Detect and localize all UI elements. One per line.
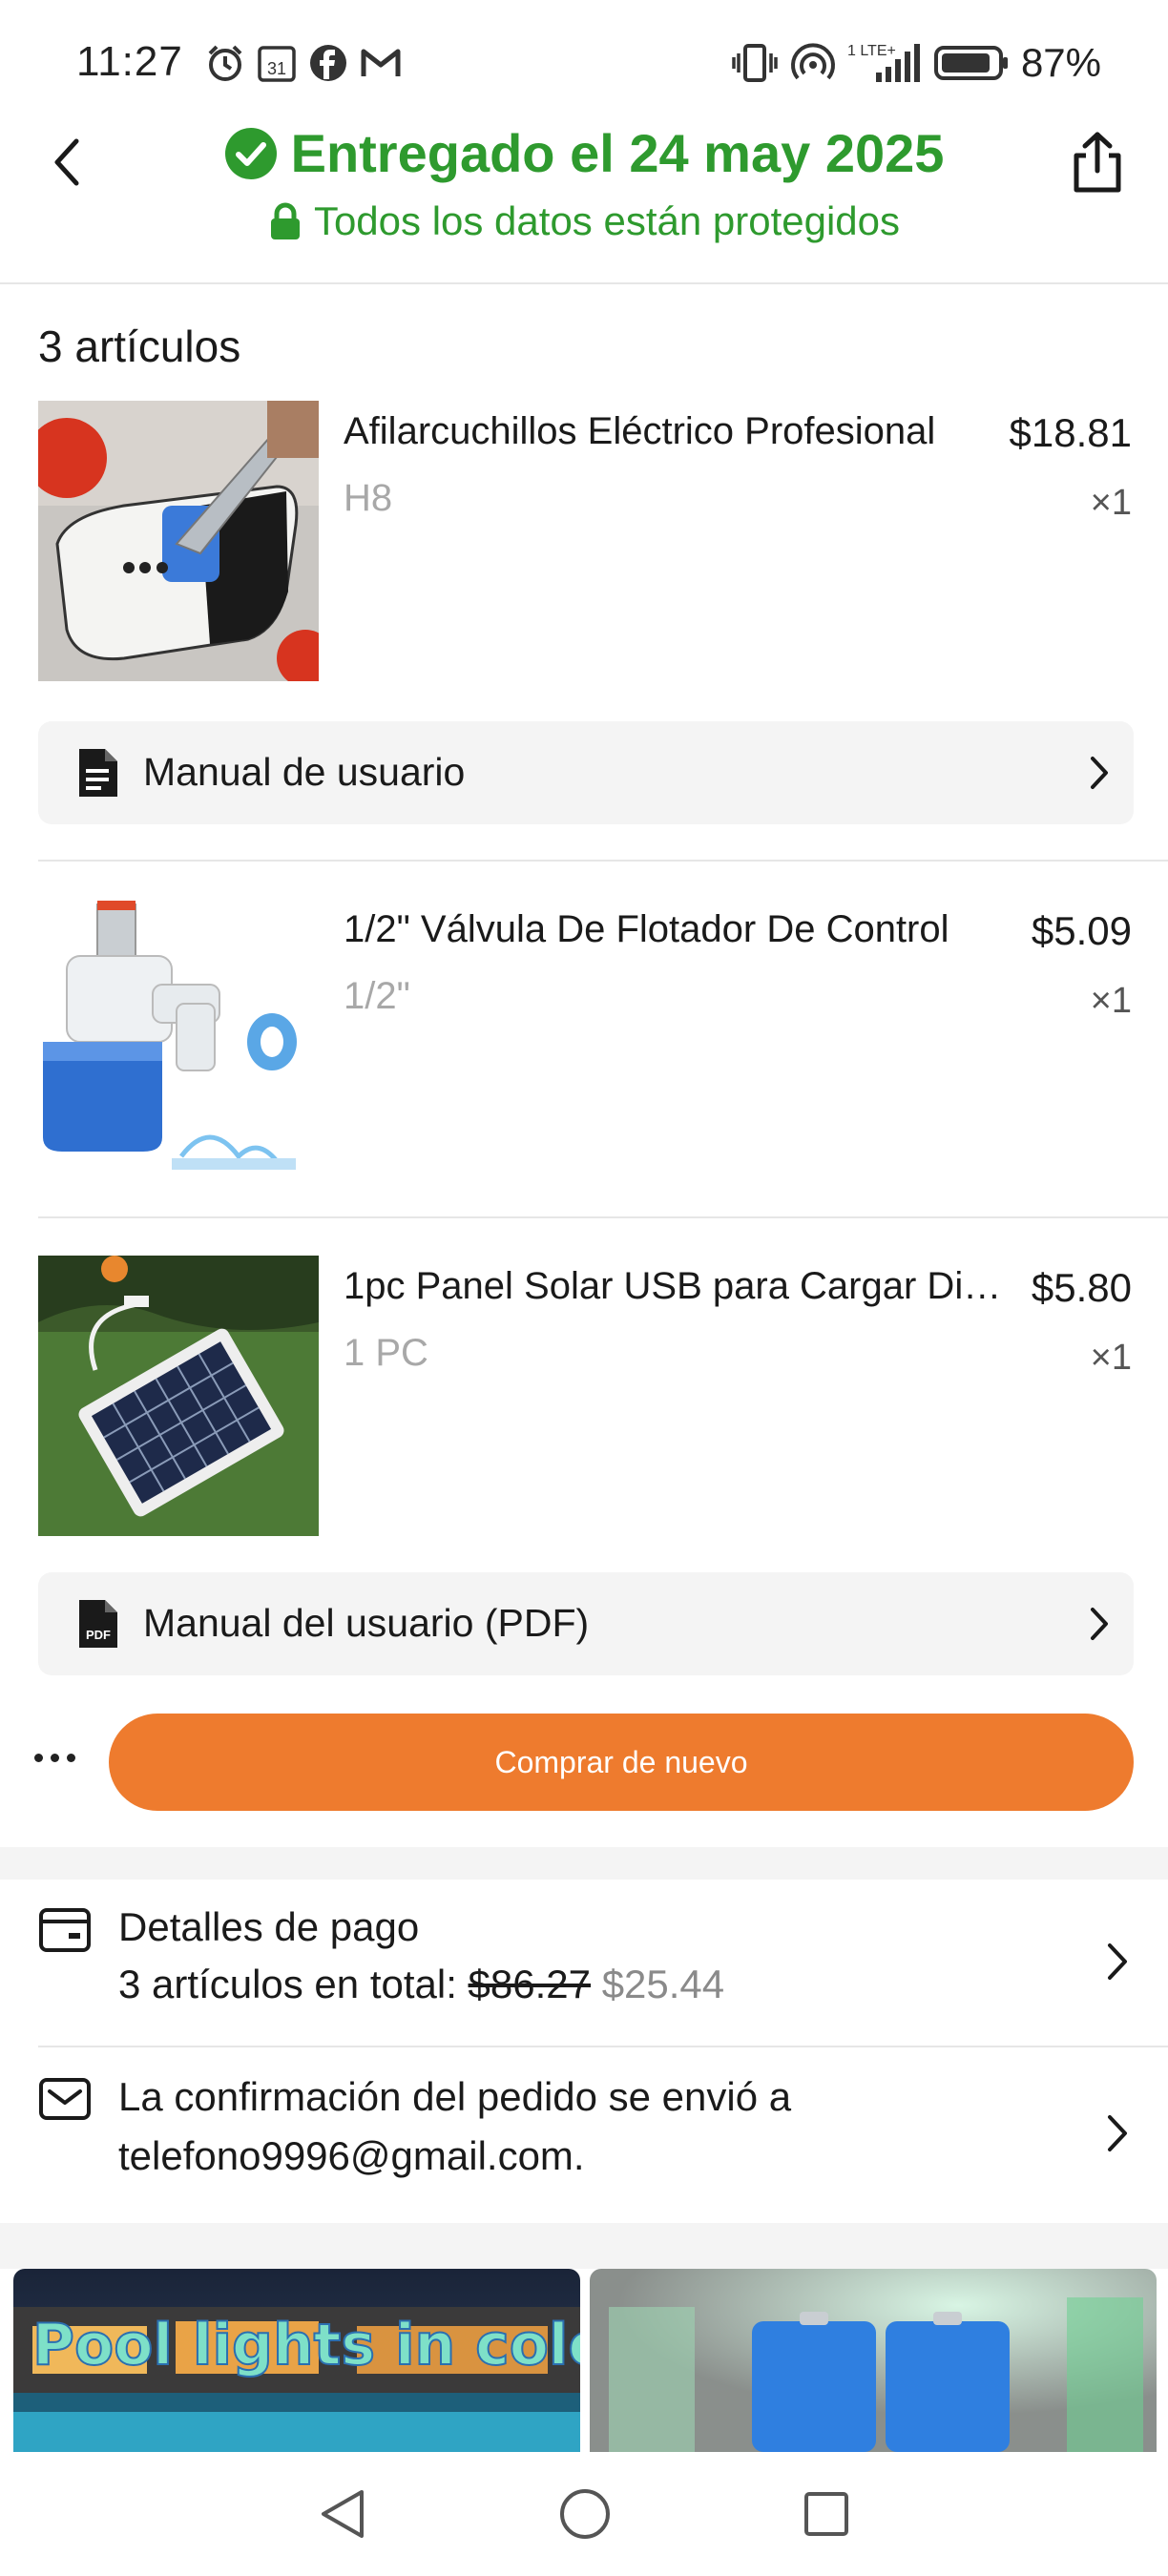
status-bar: 11:27 31 1 LTE+ 87%	[0, 0, 1168, 105]
confirmation-email: telefono9996@gmail.com.	[118, 2133, 585, 2178]
order-item[interactable]: 1/2" Válvula De Flotador De Control $5.0…	[38, 899, 1136, 1181]
lock-icon	[270, 202, 300, 239]
pdf-icon: PDF	[79, 1600, 117, 1648]
divider	[38, 1216, 1168, 1218]
status-left-icons: 31	[204, 42, 403, 84]
battery-percent: 87%	[1020, 40, 1101, 85]
security-note: Todos los datos están protegidos	[313, 198, 901, 243]
page-title: Entregado el 24 may 2025	[290, 123, 945, 183]
hotspot-icon	[790, 43, 835, 80]
promo-overlay-text: Pool lights in color	[32, 2312, 580, 2379]
signal-icon: 1 LTE+	[847, 43, 920, 82]
promo-card-batteries[interactable]	[590, 2269, 1157, 2452]
dot-icon	[34, 1753, 43, 1762]
order-header: Entregado el 24 may 2025 Todos los datos…	[0, 105, 1168, 284]
payment-total: 3 artículos en total: $86.27 $25.44	[118, 1962, 724, 2007]
subtitle-row: Todos los datos están protegidos	[0, 198, 1168, 244]
promo-card-pool-lights[interactable]: Pool lights in color	[13, 2269, 580, 2452]
share-button[interactable]	[1061, 116, 1134, 208]
order-item[interactable]: Afilarcuchillos Eléctrico Profesional $1…	[38, 401, 1136, 683]
chevron-right-icon	[1091, 1608, 1108, 1640]
alarm-icon	[208, 45, 242, 81]
buy-again-button[interactable]: Comprar de nuevo	[109, 1714, 1134, 1811]
product-variant: 1 PC	[344, 1332, 428, 1374]
product-image-knife-sharpener[interactable]	[38, 401, 319, 681]
product-name[interactable]: 1/2" Válvula De Flotador De Control	[344, 908, 1012, 951]
product-quantity: ×1	[1090, 1338, 1132, 1378]
chevron-right-icon	[1108, 1943, 1127, 1980]
share-icon	[1074, 132, 1121, 193]
dot-icon	[67, 1753, 75, 1762]
nav-recents-icon[interactable]	[803, 2490, 850, 2538]
section-separator	[0, 1847, 1168, 1880]
total-prefix: 3 artículos en total:	[118, 1962, 469, 2006]
items-count: 3 artículos	[38, 322, 241, 371]
system-nav-bar	[0, 2452, 1168, 2576]
product-variant: H8	[344, 477, 393, 519]
product-price: $18.81	[1009, 410, 1132, 455]
product-name[interactable]: Afilarcuchillos Eléctrico Profesional	[344, 410, 1012, 453]
product-price: $5.80	[1031, 1265, 1132, 1310]
divider	[38, 860, 1168, 862]
card-icon	[39, 1908, 91, 1952]
more-options-button[interactable]	[34, 1738, 88, 1776]
svg-text:31: 31	[267, 59, 286, 78]
product-price: $5.09	[1031, 908, 1132, 953]
order-item[interactable]: 1pc Panel Solar USB para Cargar Disposit…	[38, 1256, 1136, 1538]
user-manual-row[interactable]: Manual de usuario	[38, 721, 1134, 824]
section-separator	[0, 2223, 1168, 2269]
confirmation-text: La confirmación del pedido se envió a	[118, 2074, 792, 2119]
nav-back-icon[interactable]	[318, 2486, 367, 2542]
dot-icon	[51, 1753, 59, 1762]
manual-label: Manual del usuario (PDF)	[143, 1601, 590, 1645]
final-total: $25.44	[601, 1962, 725, 2006]
vibrate-icon	[732, 44, 778, 82]
payment-title: Detalles de pago	[118, 1904, 420, 1949]
payment-details-row[interactable]: Detalles de pago 3 artículos en total: $…	[0, 1880, 1168, 2046]
chevron-right-icon	[1108, 2115, 1127, 2151]
document-icon	[79, 749, 117, 797]
product-variant: 1/2"	[344, 975, 410, 1017]
facebook-icon	[310, 45, 346, 81]
calendar-icon: 31	[258, 46, 296, 82]
title-row: Entregado el 24 may 2025	[0, 122, 1168, 184]
product-image-float-valve[interactable]	[38, 899, 319, 1179]
status-right-icons: 1 LTE+ 87%	[731, 40, 1101, 86]
product-image-solar-panel[interactable]	[38, 1256, 319, 1536]
product-quantity: ×1	[1090, 981, 1132, 1021]
nav-home-icon[interactable]	[558, 2487, 612, 2541]
manual-label: Manual de usuario	[143, 750, 466, 794]
status-time: 11:27	[76, 38, 183, 85]
mail-icon	[39, 2078, 91, 2120]
check-circle-icon	[224, 127, 277, 179]
battery-icon	[933, 46, 1008, 80]
user-manual-pdf-row[interactable]: PDF Manual del usuario (PDF)	[38, 1572, 1134, 1675]
product-name[interactable]: 1pc Panel Solar USB para Cargar Disposit…	[344, 1265, 1012, 1308]
confirmation-row[interactable]: La confirmación del pedido se envió a te…	[0, 2047, 1168, 2223]
svg-text:PDF: PDF	[86, 1628, 111, 1642]
product-quantity: ×1	[1090, 483, 1132, 523]
original-total: $86.27	[468, 1962, 592, 2006]
gmail-icon	[361, 49, 401, 76]
svg-text:1 LTE+: 1 LTE+	[847, 43, 896, 59]
chevron-right-icon	[1091, 757, 1108, 789]
